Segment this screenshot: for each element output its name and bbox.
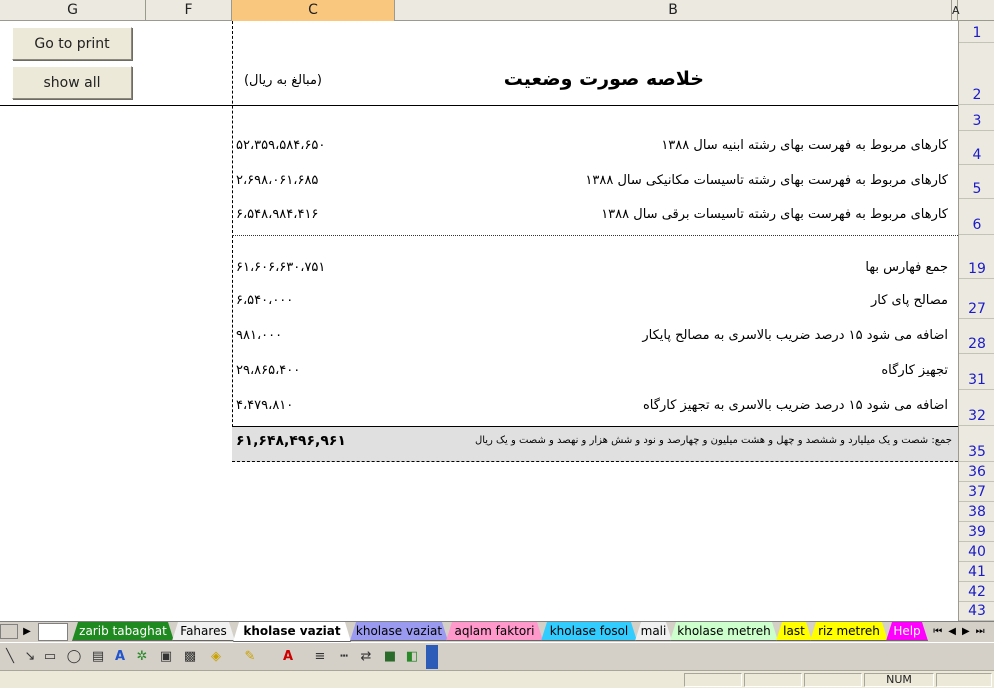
item-label: کارهای مربوط به فهرست بهای رشته ابنیه سا… [661,138,948,153]
row-header[interactable]: 28 [959,319,994,354]
column-header-c[interactable]: C [232,0,395,21]
item-label: کارهای مربوط به فهرست بهای رشته تاسیسات … [585,173,948,188]
total-value: ۶۱,۶۴۸,۴۹۶,۹۶۱ [236,433,346,449]
select-all-corner[interactable] [958,0,994,21]
row-header-column: 1 2 3 4 5 6 19 27 28 31 32 35 36 37 38 3… [958,21,994,621]
column-header-g[interactable]: G [0,0,146,21]
go-to-print-button[interactable]: Go to print [12,27,132,60]
3d-icon[interactable]: ◧ [402,647,422,667]
row-header[interactable]: 39 [959,522,994,542]
row-header[interactable]: 35 [959,426,994,462]
row-header[interactable]: 38 [959,502,994,522]
fill-color-icon[interactable]: ◈ [206,647,226,667]
row-header[interactable]: 41 [959,562,994,582]
summary-value: ۶۱،۶۰۶،۶۳۰،۷۵۱ [236,260,326,275]
status-panel [804,673,862,687]
summary-label: تجهیز کارگاه [881,363,948,378]
clipart-icon[interactable]: ▣ [156,647,176,667]
row-header[interactable]: 3 [959,105,994,131]
summary-value: ۶،۵۴۰،۰۰۰ [236,293,294,308]
sheet-tab[interactable]: Fahares [172,622,235,641]
sheet-tab-bar: ▶ zarib tabaghat Fahares kholase vaziat … [0,621,994,642]
row-header[interactable]: 37 [959,482,994,502]
column-header-b[interactable]: B [395,0,952,21]
dash-style-icon[interactable]: ┅ [334,647,354,667]
summary-label: اضافه می شود ۱۵ درصد ضریب بالاسری به تجه… [643,398,948,413]
status-bar: NUM [0,670,994,688]
arrow-icon[interactable]: ↘ [20,647,40,667]
tab-navigation-arrows-icon[interactable]: ⏮◀▶⏭ [930,624,994,639]
row-header[interactable]: 42 [959,582,994,602]
textbox-icon[interactable]: ▤ [88,647,108,667]
print-area-left-border [232,21,233,462]
summary-value: ۴،۴۷۹،۸۱۰ [236,398,294,413]
line-color-icon[interactable]: ✎ [240,647,260,667]
row-header[interactable]: 36 [959,462,994,482]
tab-scroll-right-icon[interactable]: ▶ [18,624,36,639]
unit-note: (مبالغ به ریال) [243,73,322,88]
sheet-tab[interactable]: aqlam faktori [446,622,543,641]
tab-scroll-box[interactable] [0,624,18,639]
font-color-icon[interactable]: A [278,647,298,667]
line-style-icon[interactable]: ≡ [310,647,330,667]
column-header-row: G F C B A [0,0,994,21]
wordart-icon[interactable]: A [110,647,130,667]
summary-label: جمع فهارس بها [865,260,948,275]
sheet-title: خلاصه صورت وضعیت [503,68,704,90]
show-all-button[interactable]: show all [12,66,132,99]
tab-split-box[interactable] [38,623,68,641]
drawing-toolbar: ╲ ↘ ▭ ◯ ▤ A ✲ ▣ ▩ ◈ ✎ A ≡ ┅ ⇄ ■ ◧ [0,642,994,670]
row-header[interactable]: 31 [959,354,994,390]
item-value: ۲،۶۹۸،۰۶۱،۶۸۵ [236,173,319,188]
toolbar-options-icon[interactable] [426,645,438,669]
rectangle-icon[interactable]: ▭ [40,647,60,667]
row-header[interactable]: 6 [959,199,994,235]
summary-label: مصالح پای کار [871,293,948,308]
summary-value: ۲۹،۸۶۵،۴۰۰ [236,363,301,378]
row-header[interactable]: 5 [959,165,994,199]
num-lock-indicator: NUM [864,673,934,687]
sheet-tab[interactable]: Help [886,622,928,641]
sheet-tab[interactable]: kholase vaziat [350,622,448,641]
status-panel [744,673,802,687]
sheet-tab[interactable]: mali [635,622,672,641]
picture-icon[interactable]: ▩ [180,647,200,667]
row-header[interactable]: 4 [959,131,994,165]
diagram-icon[interactable]: ✲ [132,647,152,667]
sheet-tab-active[interactable]: kholase vaziat kol [233,622,351,642]
row-header[interactable]: 40 [959,542,994,562]
total-label: جمع: شصت و یک میلیارد و ششصد و چهل و هشت… [474,435,952,446]
item-value: ۵۲،۳۵۹،۵۸۴،۶۵۰ [236,138,326,153]
row-header[interactable]: 19 [959,235,994,279]
summary-value: ۹۸۱،۰۰۰ [236,328,283,343]
row-header[interactable]: 32 [959,390,994,426]
shadow-icon[interactable]: ■ [380,647,400,667]
column-header-f[interactable]: F [146,0,232,21]
item-label: کارهای مربوط به فهرست بهای رشته تاسیسات … [601,207,948,222]
sheet-tab[interactable]: kholase metreh [670,622,778,641]
sheet-tab[interactable]: riz metreh [810,622,888,641]
line-icon[interactable]: ╲ [0,647,20,667]
row-header[interactable]: 27 [959,279,994,319]
sheet-tab[interactable]: kholase fosol [541,622,637,641]
sheet-tab[interactable]: zarib tabaghat [72,622,174,641]
arrow-style-icon[interactable]: ⇄ [356,647,376,667]
item-value: ۶،۵۴۸،۹۸۴،۴۱۶ [236,207,319,222]
header-divider-line [0,105,958,106]
sheet-tab[interactable]: last [776,622,812,641]
section-divider-line [232,235,958,236]
status-panel [684,673,742,687]
row-header[interactable]: 43 [959,602,994,621]
row-header[interactable]: 1 [959,21,994,43]
status-panel [936,673,992,687]
oval-icon[interactable]: ◯ [64,647,84,667]
summary-label: اضافه می شود ۱۵ درصد ضریب بالاسری به مصا… [642,328,948,343]
row-header[interactable]: 2 [959,43,994,105]
